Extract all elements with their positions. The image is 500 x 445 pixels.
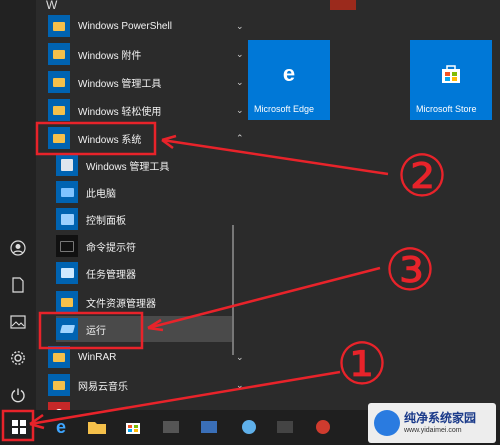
sub-this-pc[interactable]: 此电脑 — [56, 179, 276, 205]
chevron-down-icon: ⌄ — [236, 76, 244, 87]
file-explorer-icon — [56, 291, 78, 313]
sub-run[interactable]: 运行 — [56, 316, 232, 342]
store-bag-icon[interactable] — [120, 415, 146, 439]
edge-icon: e — [282, 61, 296, 86]
app-list: W Windows PowerShell ⌄ Windows 附件 ⌄ Wind… — [36, 0, 244, 424]
watermark-url: www.yidaimei.com — [404, 427, 462, 434]
tile-label: Microsoft Edge — [254, 104, 315, 114]
app-windows-system[interactable]: Windows 系统 ⌃ — [48, 125, 268, 151]
app-winrar[interactable]: WinRAR ⌄ — [48, 344, 268, 370]
tiles-area: e Microsoft Edge Microsoft Store — [248, 0, 500, 410]
windows-start-icon[interactable] — [6, 415, 32, 439]
folder-icon — [48, 346, 70, 368]
task-manager-icon — [56, 262, 78, 284]
folder-icon — [48, 15, 70, 37]
chevron-down-icon: ⌄ — [236, 48, 244, 59]
power-icon[interactable] — [6, 383, 30, 407]
app-label: 命令提示符 — [86, 242, 136, 254]
partial-tile[interactable] — [330, 0, 356, 10]
app-icon[interactable] — [196, 415, 222, 439]
chevron-up-icon: ⌃ — [236, 132, 244, 143]
run-icon — [56, 318, 78, 340]
user-icon[interactable] — [6, 236, 30, 260]
control-panel-icon — [56, 208, 78, 230]
sub-file-explorer[interactable]: 文件资源管理器 — [56, 289, 276, 315]
folder-icon — [48, 374, 70, 396]
app-label: 运行 — [86, 325, 106, 337]
chevron-down-icon: ⌄ — [236, 379, 244, 390]
app-windows-ease-of-access[interactable]: Windows 轻松使用 ⌄ — [48, 97, 268, 123]
file-explorer-icon[interactable] — [84, 415, 110, 439]
app-label: Windows 管理工具 — [86, 161, 170, 173]
store-bag-icon — [439, 62, 463, 86]
sub-control-panel[interactable]: 控制面板 — [56, 206, 276, 232]
sub-command-prompt[interactable]: 命令提示符 — [56, 233, 276, 259]
chevron-down-icon: ⌄ — [236, 351, 244, 362]
edge-icon[interactable]: e — [48, 415, 74, 439]
app-label: 此电脑 — [86, 188, 116, 200]
app-label: Windows 轻松使用 — [78, 106, 162, 118]
scrollbar[interactable] — [232, 225, 234, 355]
section-letter[interactable]: W — [46, 0, 57, 12]
app-label: 文件资源管理器 — [86, 298, 156, 310]
admin-tools-icon — [56, 154, 78, 176]
folder-icon — [48, 99, 70, 121]
app-windows-admin-tools[interactable]: Windows 管理工具 ⌄ — [48, 69, 268, 95]
app-label: 网易云音乐 — [78, 381, 128, 393]
computer-icon — [56, 181, 78, 203]
start-left-rail — [0, 0, 36, 445]
settings-gear-icon[interactable] — [6, 346, 30, 370]
sub-windows-admin-tools[interactable]: Windows 管理工具 — [56, 152, 276, 178]
tile-label: Microsoft Store — [416, 104, 477, 114]
sub-task-manager[interactable]: 任务管理器 — [56, 260, 276, 286]
app-label: WinRAR — [78, 351, 117, 363]
tile-microsoft-edge[interactable]: e Microsoft Edge — [248, 40, 330, 120]
app-windows-accessories[interactable]: Windows 附件 ⌄ — [48, 41, 268, 67]
watermark-logo-icon — [374, 410, 400, 436]
watermark: 纯净系统家园 www.yidaimei.com — [368, 403, 496, 443]
chevron-down-icon: ⌄ — [236, 104, 244, 115]
app-icon[interactable] — [236, 415, 262, 439]
app-label: Windows 管理工具 — [78, 78, 162, 90]
app-label: 控制面板 — [86, 215, 126, 227]
app-label: Windows 系统 — [78, 134, 142, 146]
folder-icon — [48, 43, 70, 65]
app-label: Windows PowerShell — [78, 20, 172, 32]
terminal-icon — [56, 235, 78, 257]
pictures-icon[interactable] — [6, 310, 30, 334]
app-label: Windows 附件 — [78, 50, 142, 62]
app-label: 任务管理器 — [86, 269, 136, 281]
folder-icon — [48, 127, 70, 149]
app-icon[interactable] — [310, 415, 336, 439]
app-netease-music[interactable]: 网易云音乐 ⌄ — [48, 372, 268, 398]
document-icon[interactable] — [6, 273, 30, 297]
app-icon[interactable] — [158, 415, 184, 439]
app-icon[interactable] — [272, 415, 298, 439]
tile-microsoft-store[interactable]: Microsoft Store — [410, 40, 492, 120]
chevron-down-icon: ⌄ — [236, 20, 244, 31]
folder-icon — [48, 71, 70, 93]
watermark-name: 纯净系统家园 — [404, 411, 477, 425]
app-windows-powershell[interactable]: Windows PowerShell ⌄ — [48, 13, 268, 39]
